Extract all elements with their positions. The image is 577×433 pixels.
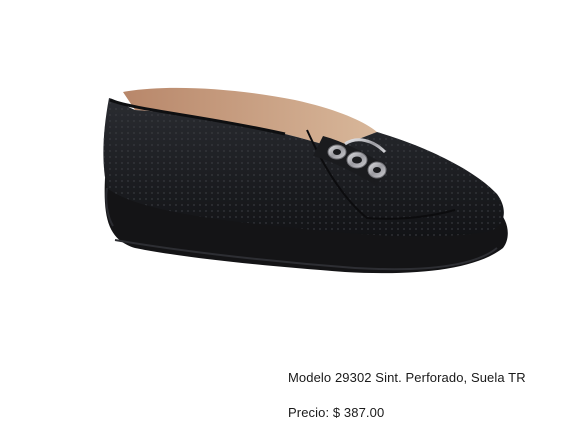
shoe-image xyxy=(103,87,508,274)
product-price-text: Precio: $ 387.00 xyxy=(288,405,385,420)
product-model-text: Modelo 29302 Sint. Perforado, Suela TR xyxy=(288,370,526,385)
